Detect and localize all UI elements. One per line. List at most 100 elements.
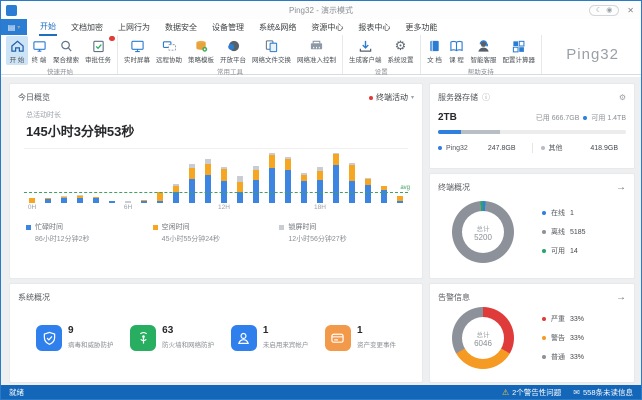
ribbon-button-开放平台[interactable]: 开放平台 bbox=[217, 36, 249, 65]
bar-hour-11[interactable] bbox=[200, 149, 216, 203]
bar-hour-10[interactable] bbox=[184, 149, 200, 203]
bar-segment bbox=[333, 165, 339, 203]
menu-tab-文档加密[interactable]: 文档加密 bbox=[70, 20, 104, 35]
legend-label: 普通 bbox=[551, 352, 565, 362]
ribbon-button-审批任务[interactable]: 审批任务 bbox=[82, 36, 114, 65]
legend-dot-icon bbox=[542, 336, 546, 340]
legend-item-离线: 离线5185 bbox=[542, 227, 586, 237]
messages-status[interactable]: ✉ 558条未读信息 bbox=[573, 387, 633, 398]
ribbon-button-终端[interactable]: 终 端 bbox=[28, 36, 50, 65]
donut-center-label: 总计 bbox=[477, 223, 490, 233]
legend-dot-icon bbox=[542, 355, 546, 359]
system-stat-资产变更事件[interactable]: 1资产变更事件 bbox=[325, 325, 396, 351]
bar-hour-3[interactable] bbox=[72, 149, 88, 203]
bar-hour-19[interactable] bbox=[328, 149, 344, 203]
ribbon-button-配置计算器[interactable]: 配置计算器 bbox=[500, 36, 539, 65]
x-tick-label: 12H bbox=[218, 204, 230, 211]
app-window: Ping32 - 演示模式 ☾ ◉ ✕ ▤ ▾ 开始文档加密上网行为数据安全设备… bbox=[0, 0, 642, 400]
ribbon-button-生成客户端[interactable]: 生成客户端 bbox=[346, 36, 385, 65]
legend-value: 12小时56分钟27秒 bbox=[288, 234, 406, 244]
bar-hour-0[interactable] bbox=[24, 149, 40, 203]
bar-hour-20[interactable] bbox=[344, 149, 360, 203]
ribbon-button-网络文件交换[interactable]: 网络文件交换 bbox=[249, 36, 294, 65]
menu-tab-系统&网络[interactable]: 系统&网络 bbox=[258, 20, 297, 35]
bar-hour-23[interactable] bbox=[392, 149, 408, 203]
arrow-right-icon[interactable]: → bbox=[616, 292, 626, 303]
ribbon-button-开始[interactable]: 开 始 bbox=[6, 36, 28, 65]
bar-hour-5[interactable] bbox=[104, 149, 120, 203]
bar-hour-8[interactable] bbox=[152, 149, 168, 203]
storage-legend-Ping32: Ping32247.8GB bbox=[438, 145, 524, 152]
system-overview-card: 系统概况 9病毒和威胁防护 63防火墙和网络防护 1未启用来宾帐户 1资产变更事件 bbox=[9, 283, 423, 383]
ribbon-button-策略模板[interactable]: 策略模板 bbox=[185, 36, 217, 65]
bar-hour-12[interactable] bbox=[216, 149, 232, 203]
home-icon bbox=[10, 39, 25, 53]
bar-hour-7[interactable] bbox=[136, 149, 152, 203]
bar-hour-18[interactable] bbox=[312, 149, 328, 203]
bar-hour-4[interactable] bbox=[88, 149, 104, 203]
bar-hour-9[interactable] bbox=[168, 149, 184, 203]
alert-donut-chart: 总计 6046 bbox=[452, 307, 514, 369]
menu-tab-上网行为[interactable]: 上网行为 bbox=[117, 20, 151, 35]
ribbon-button-label: 课 程 bbox=[449, 54, 464, 64]
bar-hour-6[interactable] bbox=[120, 149, 136, 203]
bar-hour-17[interactable] bbox=[296, 149, 312, 203]
menu-tab-数据安全[interactable]: 数据安全 bbox=[164, 20, 198, 35]
info-icon[interactable]: ⓘ bbox=[482, 92, 490, 103]
skin-switcher[interactable]: ☾ ◉ bbox=[589, 5, 619, 16]
bar-hour-1[interactable] bbox=[40, 149, 56, 203]
ribbon-button-系统设置[interactable]: ⚙系统设置 bbox=[385, 36, 417, 65]
ribbon-button-远程协助[interactable]: 远程协助 bbox=[153, 36, 185, 65]
bar-hour-15[interactable] bbox=[264, 149, 280, 203]
stat-label: 未启用来宾帐户 bbox=[263, 339, 309, 349]
arrow-right-icon[interactable]: → bbox=[616, 182, 626, 193]
today-overview-card: 今日概览 终端活动 ▾ 总活动时长 145小时3分钟53秒 avg 0H6 bbox=[9, 83, 423, 279]
system-stat-病毒和威胁防护[interactable]: 9病毒和威胁防护 bbox=[36, 325, 114, 351]
card-title: 系统概况 bbox=[18, 292, 50, 303]
theme-icon[interactable]: ◉ bbox=[606, 6, 612, 14]
menu-tabs: 开始文档加密上网行为数据安全设备管理系统&网络资源中心报表中心更多功能 bbox=[39, 19, 438, 36]
app-menu-button[interactable]: ▤ ▾ bbox=[1, 19, 27, 35]
close-button[interactable]: ✕ bbox=[627, 6, 634, 15]
ribbon-button-课程[interactable]: 课 程 bbox=[446, 36, 468, 65]
ribbon-button-文档[interactable]: 文 档 bbox=[424, 36, 446, 65]
menu-tab-报表中心[interactable]: 报表中心 bbox=[357, 20, 391, 35]
bar-hour-21[interactable] bbox=[360, 149, 376, 203]
menu-tab-更多功能[interactable]: 更多功能 bbox=[404, 20, 438, 35]
server-storage-card: 服务器存储 ⓘ ⚙ 2TB 已用 666.7GB 可用 1.4TB Ping32… bbox=[429, 83, 635, 169]
menu-tab-开始[interactable]: 开始 bbox=[39, 19, 57, 36]
legend-dot-icon bbox=[541, 146, 545, 150]
system-stat-未启用来宾帐户[interactable]: 1未启用来宾帐户 bbox=[231, 325, 309, 351]
bar-hour-14[interactable] bbox=[248, 149, 264, 203]
activity-filter-dropdown[interactable]: 终端活动 ▾ bbox=[369, 92, 414, 103]
gear-icon[interactable]: ⚙ bbox=[619, 93, 626, 102]
legend-item-空闲时间: 空闲时间45小时55分钟24秒 bbox=[153, 222, 280, 244]
bar-segment bbox=[317, 171, 323, 180]
ribbon-button-智能客服[interactable]: 智能客服 bbox=[468, 36, 500, 65]
bar-hour-13[interactable] bbox=[232, 149, 248, 203]
legend-color-swatch bbox=[153, 225, 158, 230]
stat-label: 防火墙和网络防护 bbox=[162, 339, 214, 349]
menu-tab-设备管理[interactable]: 设备管理 bbox=[211, 20, 245, 35]
ribbon-button-聚合搜索[interactable]: 聚合搜索 bbox=[50, 36, 82, 65]
moon-icon[interactable]: ☾ bbox=[596, 6, 602, 14]
free-label: 可用 1.4TB bbox=[591, 113, 626, 123]
client-generate-icon bbox=[358, 39, 373, 53]
legend-value: 33% bbox=[570, 335, 584, 342]
bar-hour-22[interactable] bbox=[376, 149, 392, 203]
card-title: 服务器存储 bbox=[438, 92, 478, 103]
bar-hour-16[interactable] bbox=[280, 149, 296, 203]
bar-hour-2[interactable] bbox=[56, 149, 72, 203]
file-exchange-icon bbox=[264, 39, 279, 53]
ribbon-button-实时屏幕[interactable]: 实时屏幕 bbox=[121, 36, 153, 65]
legend-label: 可用 bbox=[551, 246, 565, 256]
menu-tab-资源中心[interactable]: 资源中心 bbox=[310, 20, 344, 35]
warning-status[interactable]: ⚠ 2个警告性问题 bbox=[502, 387, 561, 398]
segment-name: Ping32 bbox=[446, 145, 468, 152]
course-icon bbox=[449, 39, 464, 53]
ribbon-button-网络准入控制[interactable]: 网络准入控制 bbox=[294, 36, 339, 65]
donut-center-label: 总计 bbox=[477, 329, 490, 339]
ribbon-button-label: 网络准入控制 bbox=[297, 54, 336, 64]
system-stat-防火墙和网络防护[interactable]: 63防火墙和网络防护 bbox=[130, 325, 214, 351]
bar-segment bbox=[253, 170, 259, 180]
